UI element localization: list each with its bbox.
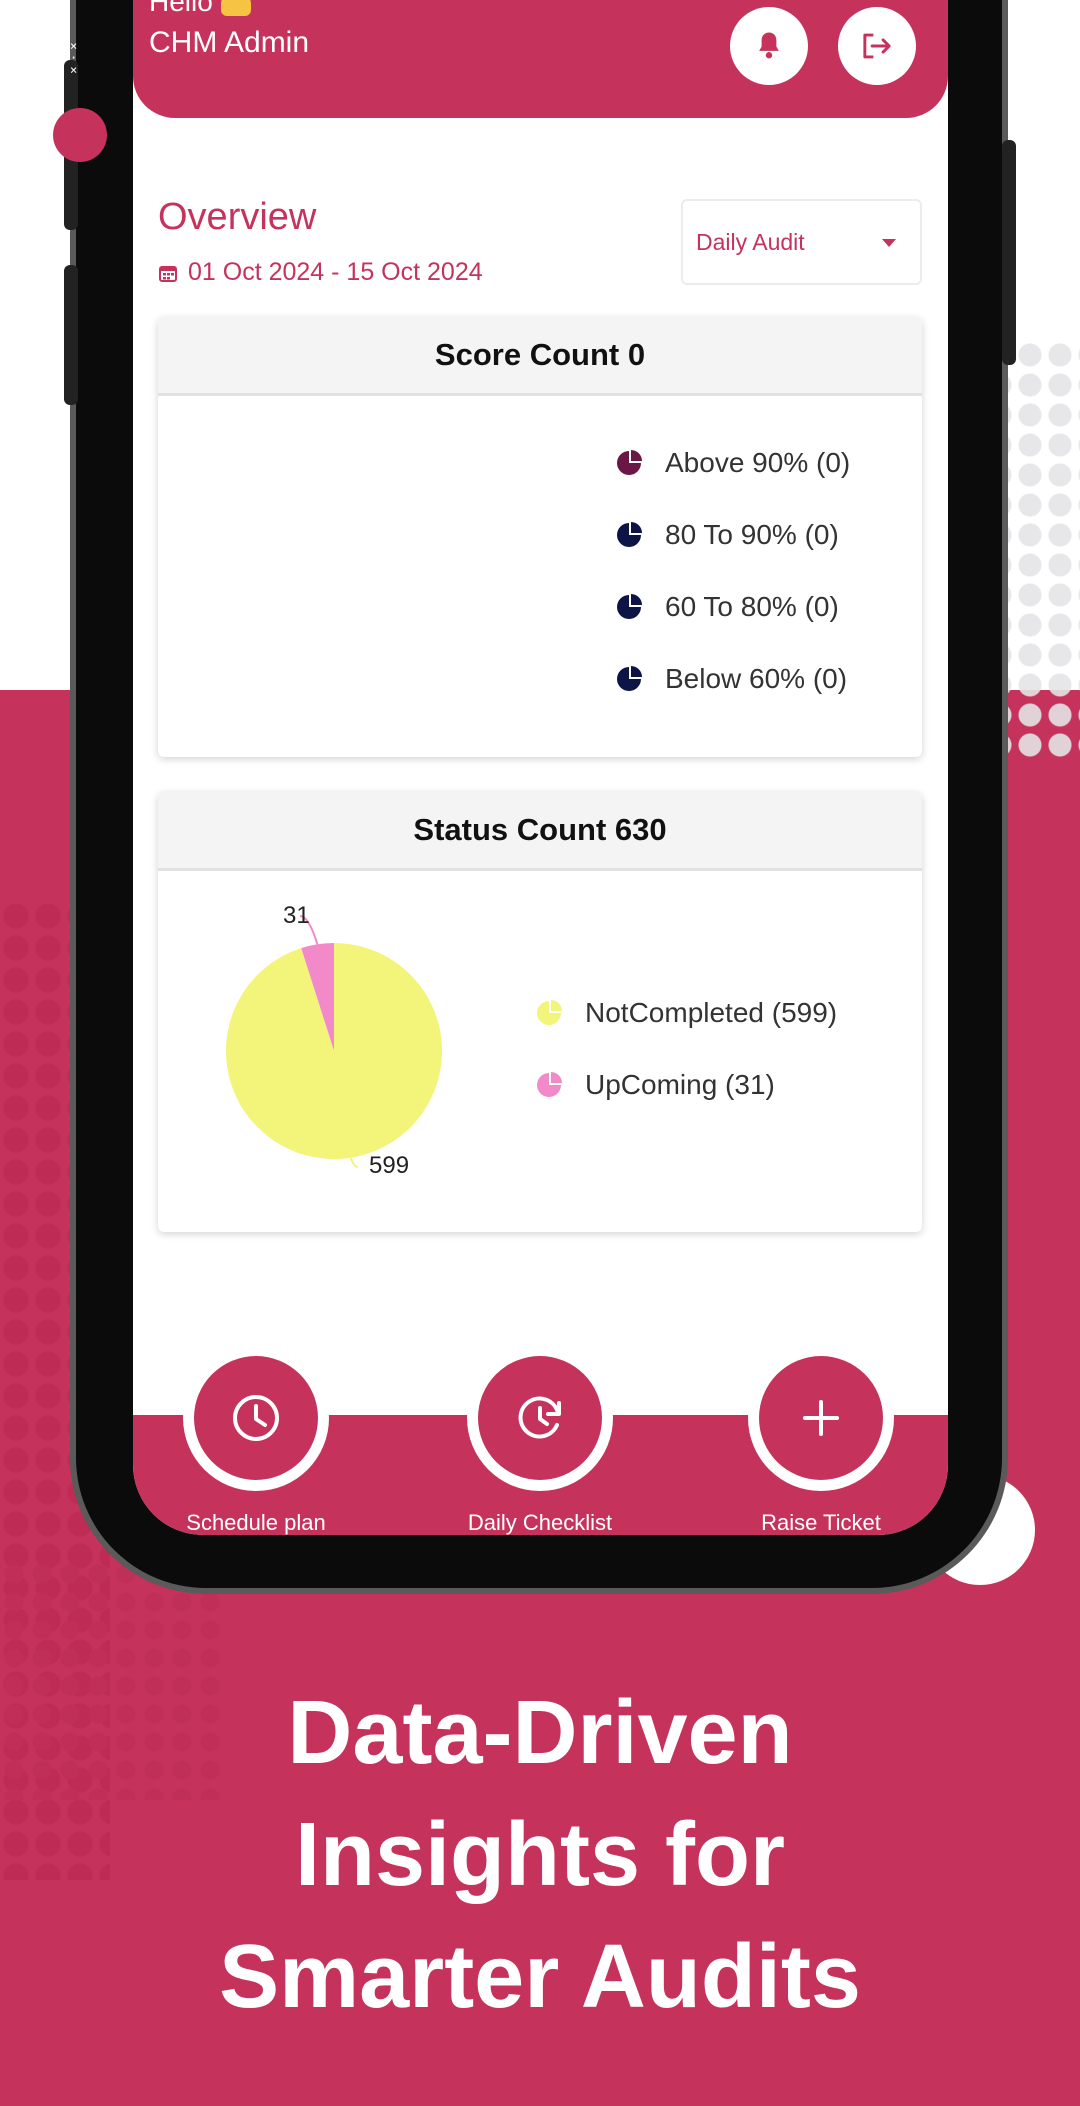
- legend-label: NotCompleted (599): [585, 997, 838, 1028]
- pie-slice-notcompleted: [226, 943, 442, 1159]
- legend-label: 80 To 90% (0): [665, 519, 839, 550]
- pie-data-label: 599: [369, 1152, 409, 1179]
- pie-legend-icon: [617, 666, 642, 691]
- legend-item: UpComing (31): [535, 1069, 775, 1101]
- chevron-down-icon: [882, 239, 896, 247]
- app-header: Hello CHM Admin: [133, 0, 948, 118]
- decorative-marks: × · ×: [70, 39, 78, 77]
- pie-data-label: 31: [283, 902, 310, 929]
- score-count-card: Score Count 0 Above 90% (0) 80 To 90% (0)…: [158, 317, 922, 757]
- schedule-plan-button[interactable]: [183, 1345, 329, 1491]
- date-range: 01 Oct 2024 - 15 Oct 2024: [158, 258, 483, 287]
- phone-side-button: [64, 265, 78, 405]
- plus-icon: [803, 1400, 839, 1436]
- nav-label-ticket: Raise Ticket: [761, 1510, 881, 1535]
- raise-ticket-button[interactable]: [748, 1345, 894, 1491]
- logout-button[interactable]: [838, 7, 916, 85]
- phone-side-button: [1002, 140, 1016, 365]
- dropdown-value: Daily Audit: [696, 228, 805, 255]
- legend-label: 60 To 80% (0): [665, 591, 839, 622]
- daily-checklist-button[interactable]: [467, 1345, 613, 1491]
- legend-item: 60 To 80% (0): [615, 591, 839, 623]
- button-face: [194, 1356, 318, 1480]
- card-title: Score Count 0: [158, 317, 922, 396]
- status-count-card: Status Count 630 599 31 NotCompleted (599…: [158, 792, 922, 1232]
- notification-button[interactable]: [730, 7, 808, 85]
- marketing-tagline: Data-Driven Insights for Smarter Audits: [0, 1672, 1080, 2038]
- legend-label: Above 90% (0): [665, 447, 851, 478]
- legend-item: NotCompleted (599): [535, 997, 837, 1029]
- clock-icon: [233, 1395, 279, 1441]
- button-face: [478, 1356, 602, 1480]
- nav-label-schedule: Schedule plan: [186, 1510, 326, 1535]
- nav-label-checklist: Daily Checklist: [467, 1510, 613, 1535]
- pie-legend-icon: [617, 450, 642, 475]
- pie-legend-icon: [537, 1000, 562, 1025]
- user-name: CHM Admin: [149, 26, 310, 59]
- pie-legend-icon: [617, 594, 642, 619]
- button-face: [759, 1356, 883, 1480]
- pie-legend-icon: [617, 522, 642, 547]
- legend-item: 80 To 90% (0): [615, 519, 839, 551]
- date-range-text: 01 Oct 2024 - 15 Oct 2024: [188, 258, 483, 286]
- legend-item: Below 60% (0): [615, 663, 847, 695]
- legend-item: Above 90% (0): [615, 447, 850, 479]
- wave-hand-icon: [220, 0, 251, 16]
- bell-icon: [759, 32, 779, 59]
- calendar-icon: [159, 265, 177, 282]
- greeting-text: Hello: [149, 0, 251, 18]
- audit-type-dropdown[interactable]: Daily Audit: [681, 199, 922, 285]
- status-pie-chart: 599 31: [226, 902, 442, 1179]
- tagline-line: Insights for: [295, 1805, 785, 1905]
- card-title: Status Count 630: [158, 792, 922, 871]
- pie-leader-line: [349, 1157, 359, 1168]
- decorative-dot: [53, 108, 107, 162]
- legend-label: Below 60% (0): [665, 663, 848, 694]
- logout-icon: [863, 33, 891, 59]
- page-title: Overview: [158, 196, 317, 238]
- app-screen: Hello CHM Admin Overview 01 Oct 2024 - 1…: [133, 0, 948, 1535]
- legend-label: UpComing (31): [585, 1069, 775, 1100]
- refresh-clock-icon: [518, 1396, 561, 1439]
- tagline-line: Data-Driven: [287, 1683, 793, 1783]
- pie-legend-icon: [537, 1072, 562, 1097]
- tagline-line: Smarter Audits: [219, 1927, 861, 2027]
